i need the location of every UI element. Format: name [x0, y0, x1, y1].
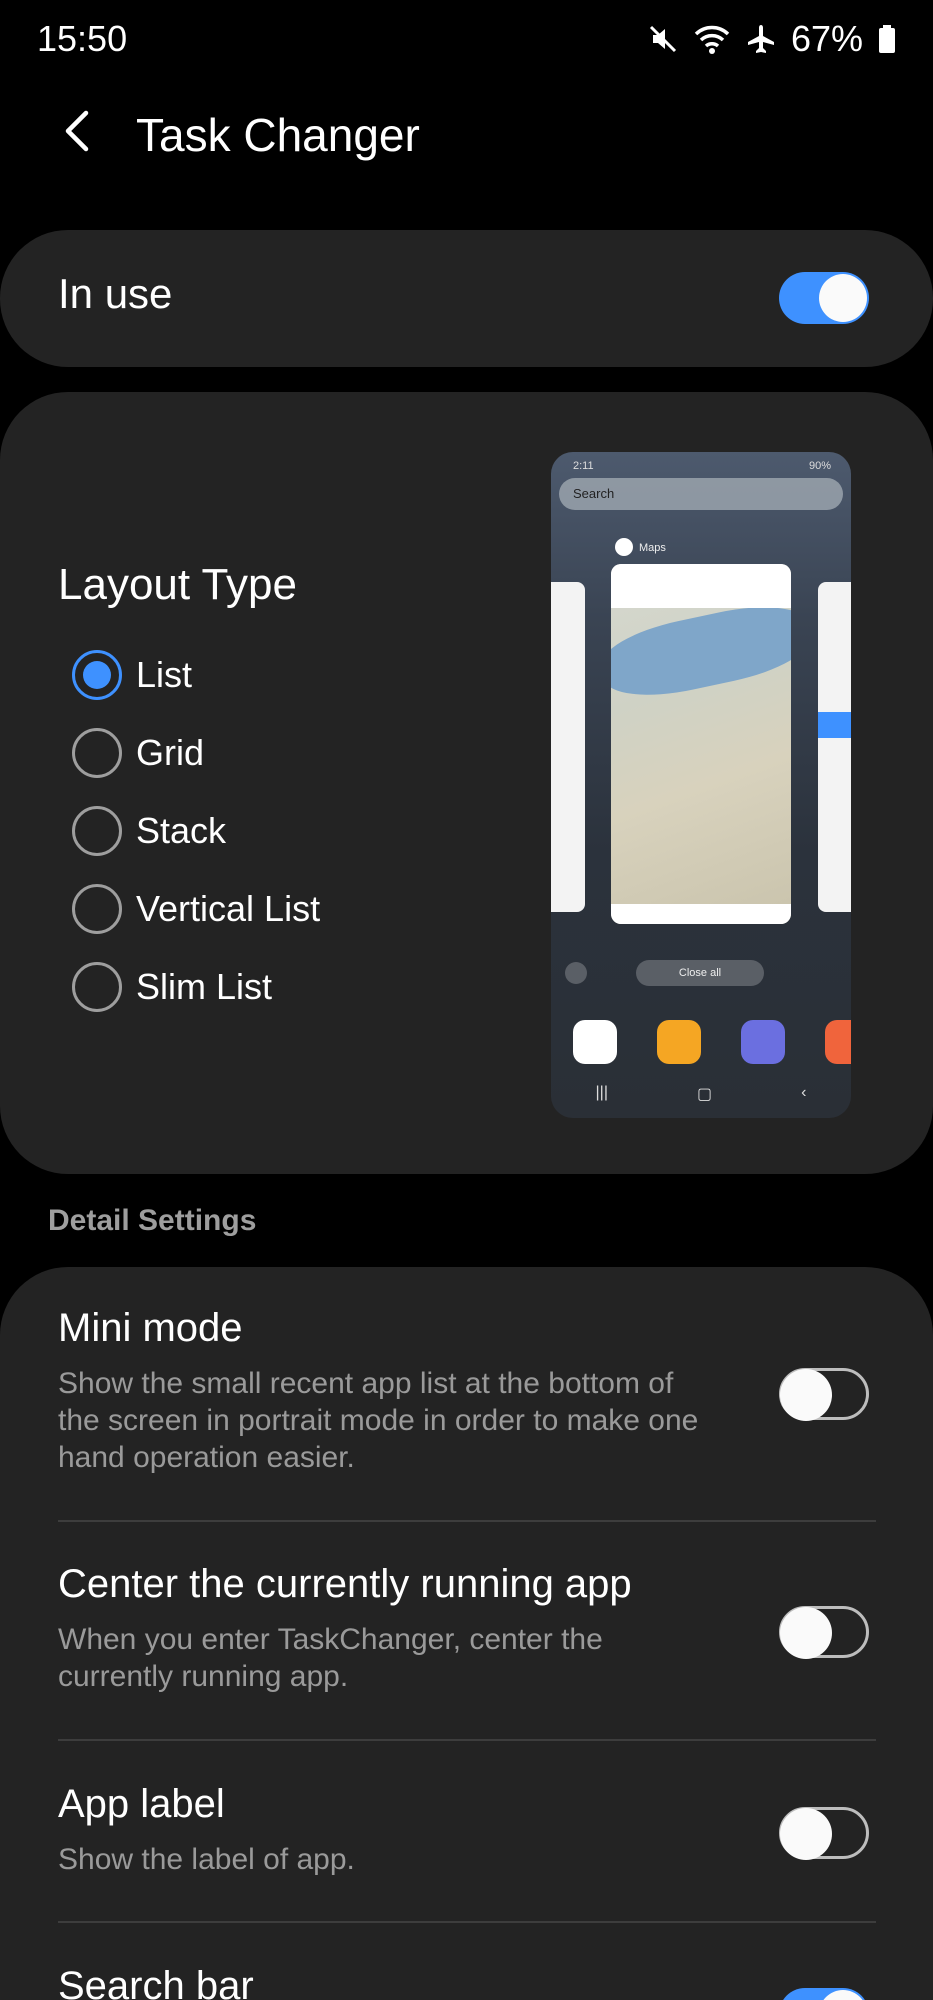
toggle-knob: [780, 1808, 832, 1860]
radio-button[interactable]: [72, 650, 122, 700]
home-icon: ▢: [696, 1086, 713, 1103]
divider: [58, 1921, 876, 1923]
preview-grid-icon: [565, 962, 587, 984]
layout-type-card: Layout Type List Grid Stack Vertical Lis…: [0, 392, 933, 1174]
divider: [58, 1739, 876, 1741]
internet-app-icon: [741, 1020, 785, 1064]
preview-dock: [573, 1020, 851, 1064]
setting-center-running-app[interactable]: Center the currently running app When yo…: [58, 1562, 876, 1695]
option-label: Vertical List: [136, 888, 321, 929]
status-bar: 15:50 67%: [0, 0, 933, 80]
layout-option-vertical-list[interactable]: Vertical List: [72, 870, 320, 948]
page-title: Task Changer: [136, 109, 420, 161]
preview-close-all: Close all: [636, 960, 764, 986]
setting-title: Mini mode: [58, 1306, 243, 1350]
mini-mode-toggle[interactable]: [779, 1368, 869, 1421]
back-arrow-icon: [62, 109, 92, 158]
layout-preview-image: 2:11 90% Search Maps Close all ||| ▢ ‹: [551, 452, 851, 1118]
radio-button[interactable]: [72, 806, 122, 856]
preview-search-placeholder: Search: [573, 486, 615, 501]
airplane-icon: [745, 23, 777, 55]
back-button[interactable]: [50, 106, 104, 160]
preview-maps-card: [611, 564, 791, 924]
wifi-icon: [693, 23, 731, 55]
battery-label: 67%: [790, 18, 863, 59]
preview-app-label: Maps: [639, 542, 666, 554]
setting-mini-mode[interactable]: Mini mode Show the small recent app list…: [58, 1306, 876, 1476]
setting-title: Search bar: [58, 1964, 254, 2000]
layout-option-stack[interactable]: Stack: [72, 792, 320, 870]
map-top-bar: [611, 564, 791, 608]
setting-description: When you enter TaskChanger, center the c…: [58, 1623, 603, 1693]
setting-description: Show the small recent app list at the bo…: [58, 1367, 699, 1474]
preview-time: 2:11: [573, 460, 594, 472]
preview-battery: 90%: [808, 460, 831, 472]
map-river: [611, 594, 791, 708]
toggle-knob: [780, 1607, 832, 1659]
option-label: Grid: [136, 732, 205, 773]
option-label: List: [136, 654, 193, 695]
in-use-card[interactable]: In use: [0, 230, 933, 367]
setting-search-bar[interactable]: Search bar: [58, 1964, 876, 2000]
setting-title: App label: [58, 1782, 225, 1826]
in-use-label: In use: [58, 270, 173, 317]
back-icon: ‹: [801, 1084, 807, 1101]
layout-option-grid[interactable]: Grid: [72, 714, 320, 792]
maps-app-icon: [573, 1020, 617, 1064]
radio-button[interactable]: [72, 962, 122, 1012]
battery-icon: [877, 23, 897, 55]
layout-option-list[interactable]: List: [72, 636, 320, 714]
preview-right-card: [818, 582, 851, 912]
layout-type-options: List Grid Stack Vertical List Slim List: [72, 636, 320, 1026]
radio-button[interactable]: [72, 884, 122, 934]
setting-description: Show the label of app.: [58, 1843, 355, 1876]
in-use-toggle[interactable]: [779, 272, 869, 324]
status-icons: 67%: [647, 18, 897, 60]
layout-option-slim-list[interactable]: Slim List: [72, 948, 320, 1026]
option-label: Stack: [136, 810, 227, 851]
status-time: 15:50: [37, 18, 128, 59]
maps-icon: [615, 538, 633, 556]
files-app-icon: [657, 1020, 701, 1064]
toggle-knob: [780, 1369, 832, 1421]
setting-title: Center the currently running app: [58, 1562, 632, 1606]
layout-type-title: Layout Type: [58, 560, 297, 609]
preview-nav-bar: ||| ▢ ‹: [551, 1084, 851, 1104]
detail-settings-header: Detail Settings: [48, 1204, 257, 1237]
option-label: Slim List: [136, 966, 273, 1007]
recents-icon: |||: [595, 1084, 608, 1101]
notes-app-icon: [825, 1020, 851, 1064]
mute-icon: [647, 23, 679, 55]
center-app-toggle[interactable]: [779, 1606, 869, 1659]
app-label-toggle[interactable]: [779, 1807, 869, 1860]
setting-app-label[interactable]: App label Show the label of app.: [58, 1782, 876, 1878]
app-bar: Task Changer: [0, 90, 933, 180]
preview-left-card: [551, 582, 585, 912]
radio-button[interactable]: [72, 728, 122, 778]
map-bottom-bar: [611, 904, 791, 924]
toggle-knob: [819, 274, 867, 322]
divider: [58, 1520, 876, 1522]
